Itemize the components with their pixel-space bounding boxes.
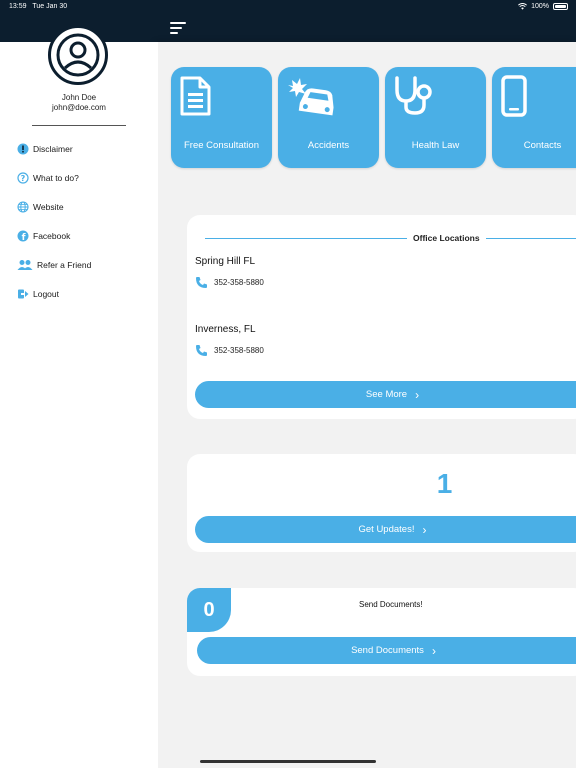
wifi-icon <box>518 3 528 10</box>
battery-icon <box>553 3 568 10</box>
menu-item-refer-friend[interactable]: Refer a Friend <box>17 258 91 272</box>
phone-device-icon <box>500 75 530 122</box>
side-drawer: John Doe john@doe.com Disclaimer ? What … <box>0 25 158 768</box>
avatar[interactable] <box>48 25 108 85</box>
send-documents-label: Send Documents <box>351 645 424 656</box>
drawer-menu: Disclaimer ? What to do? Website f Faceb… <box>17 142 91 316</box>
location-name: Inverness, FL <box>195 324 256 335</box>
document-icon <box>179 75 213 122</box>
get-updates-label: Get Updates! <box>358 524 415 535</box>
tile-free-consultation[interactable]: Free Consultation <box>171 67 272 168</box>
menu-toggle-button[interactable] <box>170 21 186 39</box>
user-avatar-icon <box>56 33 100 77</box>
svg-text:f: f <box>22 233 26 242</box>
chevron-right-icon: › <box>422 522 427 537</box>
tile-health-law[interactable]: Health Law <box>385 67 486 168</box>
home-indicator <box>200 760 376 763</box>
svg-text:?: ? <box>21 174 26 183</box>
menu-item-facebook[interactable]: f Facebook <box>17 229 91 243</box>
user-email: john@doe.com <box>52 103 106 112</box>
phone-icon <box>196 345 207 356</box>
menu-item-label: What to do? <box>33 173 79 183</box>
office-locations-card: Office Locations Spring Hill FL 352-358-… <box>187 215 576 419</box>
menu-item-label: Facebook <box>33 231 71 241</box>
main-content: Free Consultation Accidents Health Law C… <box>158 42 576 768</box>
menu-item-logout[interactable]: Logout <box>17 287 91 301</box>
stethoscope-icon <box>393 75 435 122</box>
updates-count: 1 <box>436 468 453 499</box>
user-name: John Doe <box>61 93 97 102</box>
status-time: 13:59 Tue Jan 30 <box>9 3 67 10</box>
menu-item-label: Disclaimer <box>33 144 73 154</box>
status-bar: 13:59 Tue Jan 30 100% <box>0 0 576 14</box>
menu-item-disclaimer[interactable]: Disclaimer <box>17 142 91 156</box>
tile-accidents[interactable]: Accidents <box>278 67 379 168</box>
office-title-divider <box>205 238 576 239</box>
tile-label: Accidents <box>307 140 350 151</box>
facebook-icon: f <box>17 230 29 242</box>
location-name: Spring Hill FL <box>195 256 256 267</box>
menu-item-label: Website <box>33 202 64 212</box>
question-icon: ? <box>17 172 29 184</box>
hamburger-icon <box>170 22 186 34</box>
tile-label: Free Consultation <box>184 140 259 151</box>
menu-item-label: Logout <box>33 289 59 299</box>
see-more-label: See More <box>365 389 408 400</box>
tile-label: Contacts <box>523 140 562 151</box>
battery-percent: 100% <box>531 3 549 10</box>
info-icon <box>17 143 29 155</box>
see-more-button[interactable]: See More › <box>195 381 576 408</box>
location-phone-link[interactable]: 352-358-5880 <box>195 276 264 289</box>
globe-icon <box>17 201 29 213</box>
send-documents-button[interactable]: Send Documents › <box>197 637 576 664</box>
get-updates-button[interactable]: Get Updates! › <box>195 516 576 543</box>
status-indicators: 100% <box>518 3 568 10</box>
location-phone-number: 352-358-5880 <box>214 278 264 287</box>
chevron-right-icon: › <box>415 387 420 402</box>
tile-label: Health Law <box>411 140 460 151</box>
documents-title: Send Documents! <box>359 600 423 609</box>
people-icon <box>17 259 33 271</box>
documents-card: 0 Send Documents! Send Documents › <box>187 588 576 676</box>
service-tiles: Free Consultation Accidents Health Law C… <box>171 67 576 168</box>
location-phone-number: 352-358-5880 <box>214 346 264 355</box>
updates-card: 1 Get Updates! › <box>187 454 576 552</box>
office-locations-title: Office Locations <box>407 233 486 243</box>
car-crash-icon <box>286 75 338 122</box>
menu-item-label: Refer a Friend <box>37 260 92 270</box>
status-clock: 13:59 <box>9 3 27 10</box>
drawer-divider <box>32 125 126 126</box>
phone-icon <box>196 277 207 288</box>
location-phone-link[interactable]: 352-358-5880 <box>195 344 264 357</box>
logout-icon <box>17 288 29 300</box>
documents-count-badge: 0 <box>187 588 231 632</box>
menu-item-website[interactable]: Website <box>17 200 91 214</box>
menu-item-what-to-do[interactable]: ? What to do? <box>17 171 91 185</box>
status-date: Tue Jan 30 <box>32 3 68 10</box>
tile-contacts[interactable]: Contacts <box>492 67 576 168</box>
chevron-right-icon: › <box>431 643 436 658</box>
